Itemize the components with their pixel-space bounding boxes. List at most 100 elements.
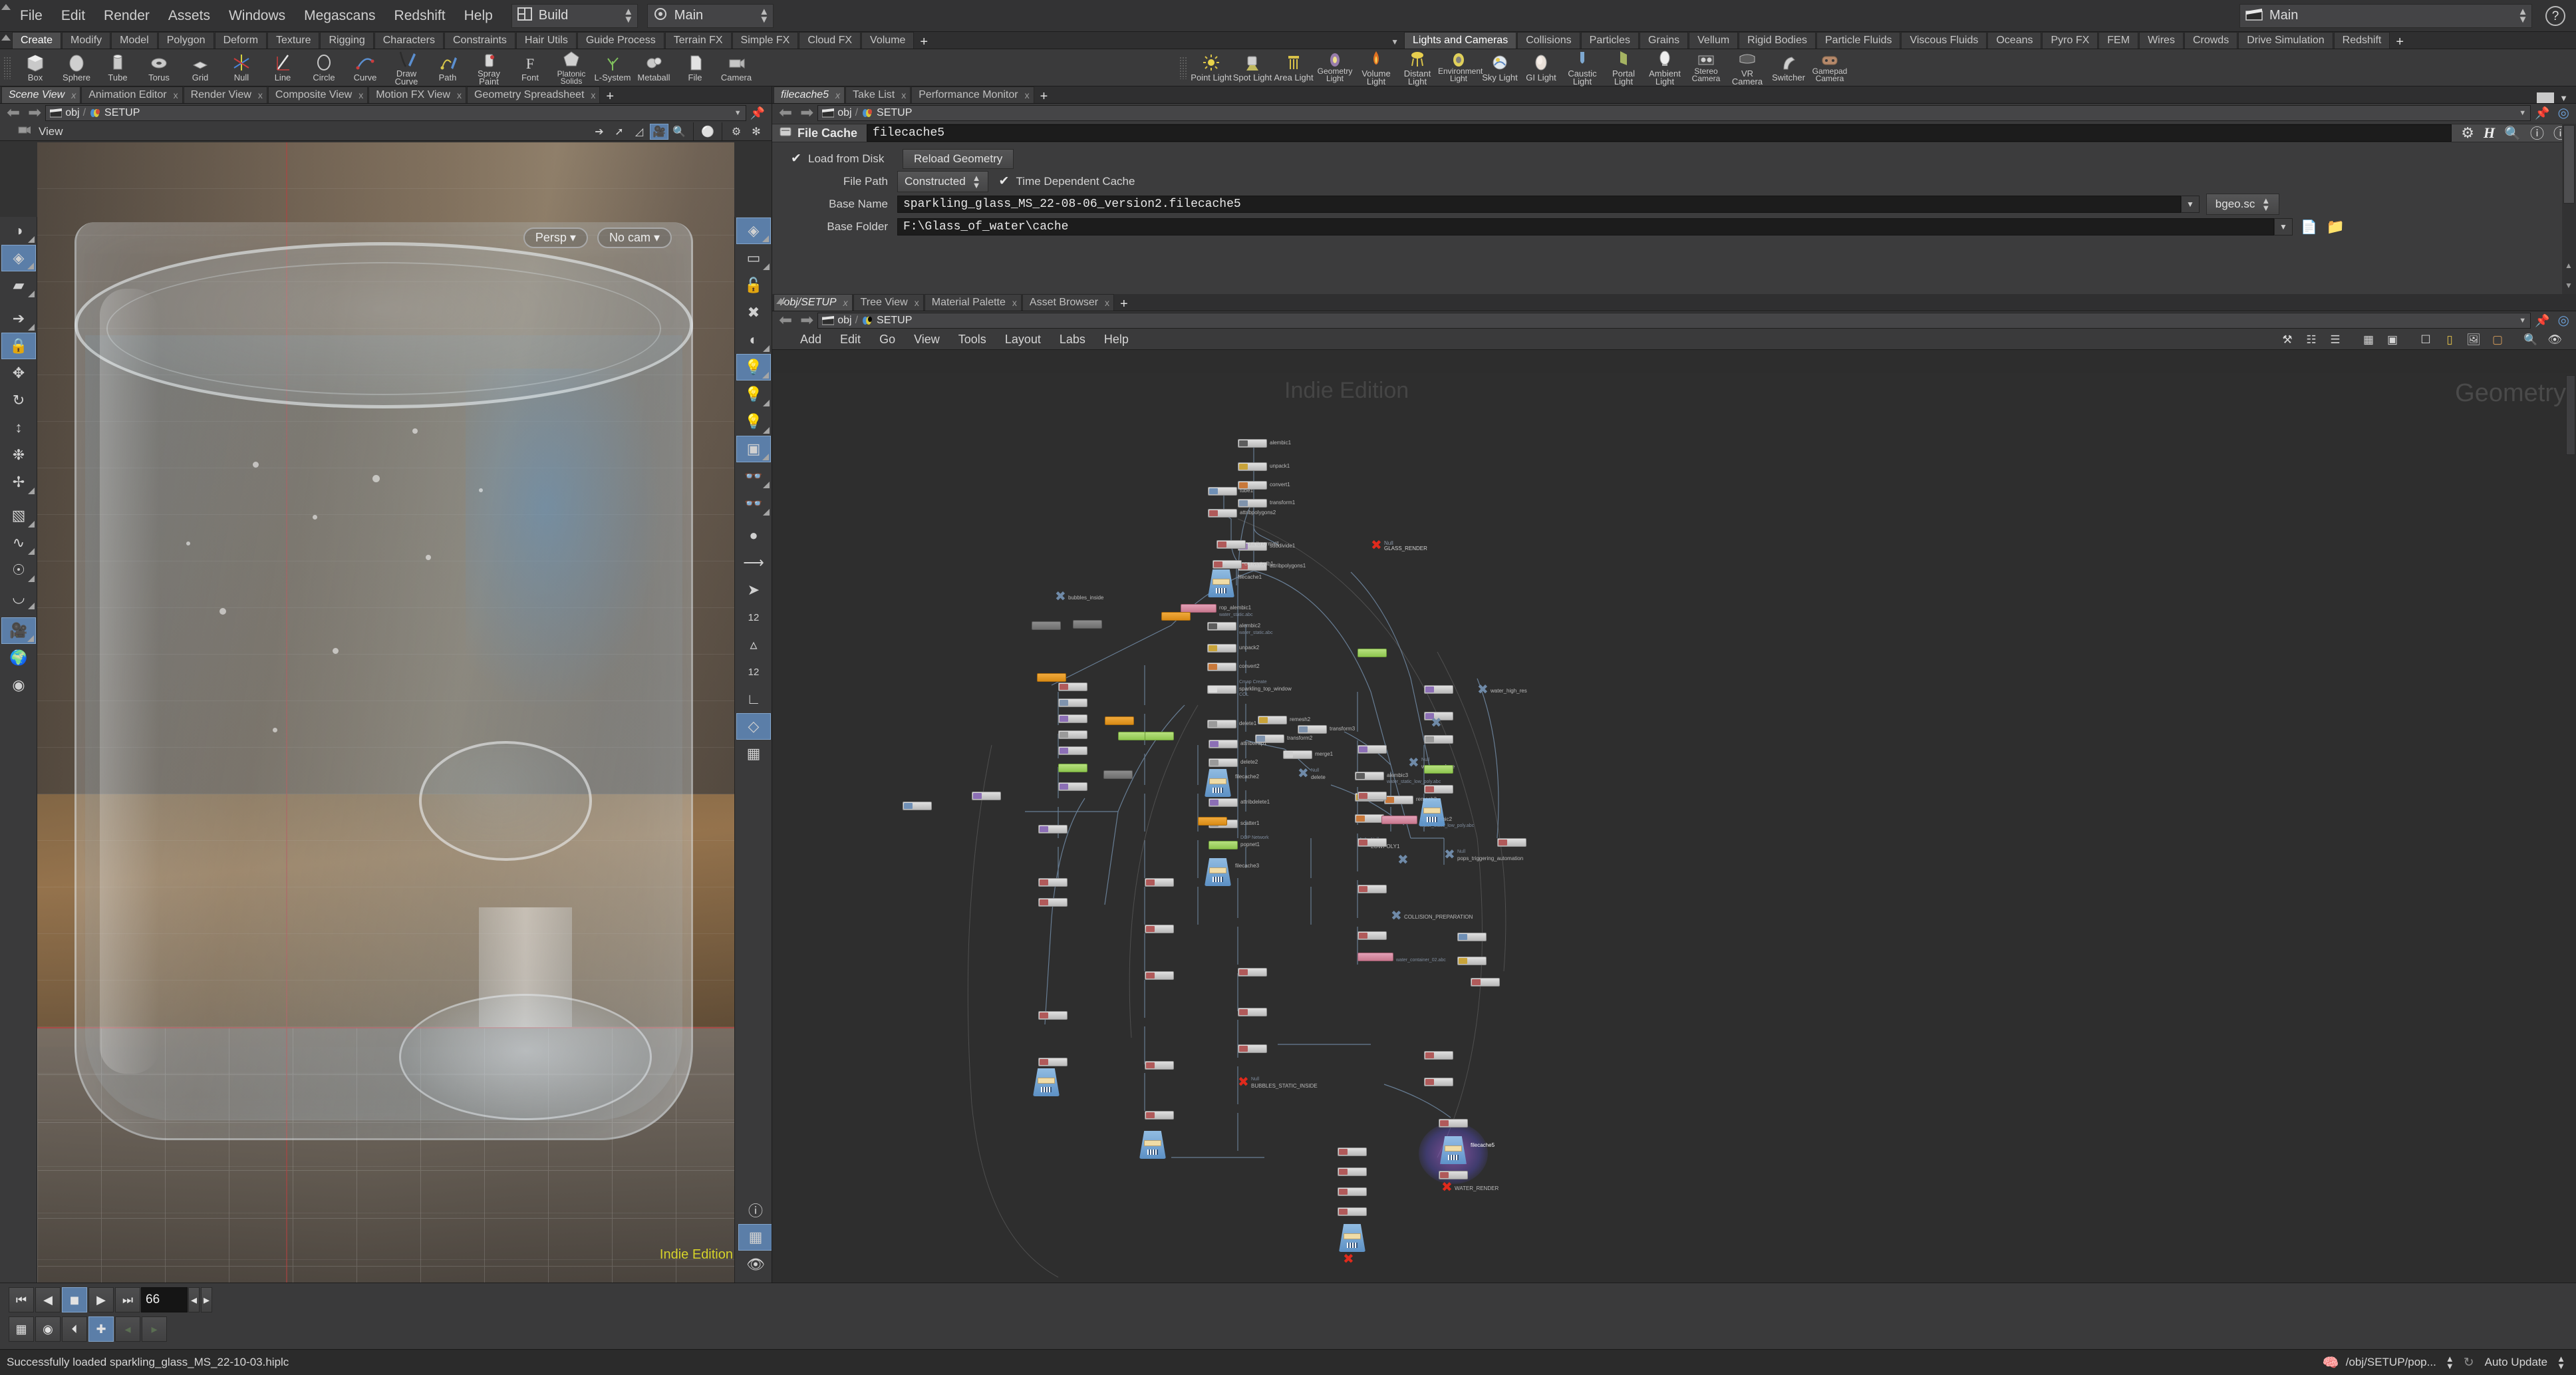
play-icon[interactable]: ▶ [88,1287,114,1312]
shelf-tool-portal-light[interactable]: Portal Light [1603,49,1644,86]
tab-composite-view[interactable]: Composite View x [267,86,368,103]
step-frame-back-icon[interactable]: ◂ [188,1287,200,1312]
soft-transform-icon[interactable]: ❉ [1,442,36,468]
node-remesh3[interactable] [1384,796,1413,804]
node-attribrandomize1[interactable] [1032,621,1061,630]
shelf-tab-modify[interactable]: Modify [62,32,111,49]
node-attribmerge1[interactable] [1038,898,1068,907]
quad-view-icon[interactable]: ▦ [738,1224,772,1251]
tab-take-list[interactable]: Take List x [845,86,911,103]
node-convert5[interactable] [1238,1044,1267,1053]
folder-icon[interactable]: 📁 [2327,218,2345,235]
shelf-tool-point-light[interactable]: Point Light [1191,53,1232,82]
shelf-tool-vr-camera[interactable]: VR Camera [1727,49,1768,86]
shelf-tab-characters[interactable]: Characters [374,32,444,49]
display-options-icon[interactable]: ✻ [747,124,766,140]
add-tab-button[interactable]: + [1035,90,1054,103]
shelf-tab-redshift[interactable]: Redshift [2333,32,2390,49]
zoom-region-icon[interactable]: 🔍 [670,124,688,140]
handle-tool-icon[interactable]: ➚ [610,124,629,140]
shelf-tab-drive-simulation[interactable]: Drive Simulation [2238,32,2333,49]
node-unpack2[interactable] [1207,644,1236,653]
point-numbers-icon[interactable]: 12 [736,604,771,631]
display-mode-icon[interactable]: ◈ [1,245,36,271]
shelf-tool-sphere[interactable]: Sphere [56,53,97,82]
node-convert3[interactable] [1355,814,1384,823]
skip-to-end-icon[interactable]: ⏭ [115,1287,140,1312]
add-tab-button[interactable]: + [601,90,619,103]
reload-geometry-button[interactable]: Reload Geometry [903,149,1014,169]
shelf-tab-wires[interactable]: Wires [2139,32,2184,49]
flat-shade-icon[interactable]: ▰ [1,272,36,299]
scene-path-field[interactable]: obj / SETUP ▼ [45,105,746,121]
select-tool-icon[interactable]: ➔ [590,124,609,140]
snap-point-icon[interactable]: ☉ [1,557,36,583]
node-rop-alembic3[interactable] [1358,953,1393,961]
node-attribcombine7[interactable] [1238,1008,1267,1016]
close-icon[interactable]: x [174,89,178,101]
node-alembic2[interactable] [1207,622,1236,631]
node-attribwrap1[interactable] [1209,740,1238,748]
scale-tool-icon[interactable]: ↕ [1,414,36,441]
display-geometry-icon[interactable]: ◇ [736,713,771,740]
tab-performance-monitor[interactable]: Performance Monitor x [911,86,1034,103]
back-icon[interactable]: ⬅ [775,105,796,121]
null-water-render[interactable]: ✖ [1441,1181,1453,1194]
parameter-scrollbar[interactable]: ▲ ▼ [2562,124,2576,294]
node-filecache8[interactable] [1139,1131,1166,1159]
node-convert2[interactable] [1207,663,1236,671]
ghost-icon[interactable]: ⚪ [698,124,717,140]
node-unpack1[interactable] [1238,462,1267,471]
color-display-icon[interactable]: ▦ [736,740,771,767]
close-icon[interactable]: x [1105,297,1109,309]
box-icon[interactable]: ▢ [2488,332,2507,348]
color-palette-icon[interactable]: ▦ [2359,332,2378,348]
network-menu-layout[interactable]: Layout [996,333,1050,347]
shading-mode-icon[interactable]: ◑ [1,218,36,244]
node-alembic3[interactable] [1355,772,1384,780]
xray-icon[interactable]: 👓 [736,490,771,517]
pane-menu-icon[interactable]: ▼ [2559,93,2568,103]
node-attribpolygons3[interactable] [1038,878,1068,887]
eye-icon[interactable]: 👁 [738,1251,772,1278]
null-water-surface[interactable]: ✖ [1408,756,1419,770]
shelf-tool-line[interactable]: Line [262,53,303,82]
search-icon[interactable]: 🔍 [2504,125,2521,142]
tab-geometry-spreadsheet[interactable]: Geometry Spreadsheet x [466,86,601,103]
prim-numbers-icon[interactable]: 12 [736,659,771,685]
network-menu-tools[interactable]: Tools [949,333,996,347]
add-tab-button[interactable]: + [1115,297,1133,311]
snap-magnet-icon[interactable]: ◡ [1,584,36,611]
search-icon[interactable]: 🔍 [2521,332,2541,348]
shelf-tool-circle[interactable]: Circle [303,53,345,82]
node-attribnormal1[interactable] [1216,540,1246,549]
shelf-tab-fem[interactable]: FEM [2098,32,2139,49]
shelf-tab-model[interactable]: Model [111,32,158,49]
shelf-tool-geometry-light[interactable]: Geometry Light [1314,53,1356,82]
close-icon[interactable]: x [901,89,906,101]
node-transform3[interactable] [1298,725,1327,734]
no-lights-icon[interactable]: ✖ [736,299,771,326]
forward-icon[interactable]: ➡ [24,105,45,121]
node-attribcombine2[interactable] [1145,878,1174,887]
node-attribrandomize2[interactable] [1073,620,1102,629]
node-rop-alembic2[interactable] [1381,816,1417,824]
update-mode-updown[interactable]: ▲ ▼ [2557,1354,2565,1370]
shelf-add-tab-left[interactable]: + [915,35,933,49]
shelf-tab-terrain-fx[interactable]: Terrain FX [664,32,732,49]
shelf-tab-create[interactable]: Create [12,32,62,49]
node-filecache2[interactable] [1205,769,1231,797]
node-attribcombine3[interactable] [1145,971,1174,980]
step-back-icon[interactable]: ◀ [35,1287,61,1312]
film-reel-icon[interactable]: ◉ [1,672,36,698]
key-scope-icon[interactable]: ▦ [9,1316,34,1342]
node-attribwrap2[interactable] [1058,714,1087,723]
shelf-tab-oceans[interactable]: Oceans [1987,32,2042,49]
layout-icon[interactable]: ▣ [2382,332,2402,348]
shelf-tool-font[interactable]: F Font [509,53,551,82]
shelf-tool-ambient-light[interactable]: Ambient Light [1644,49,1685,86]
node-convertvdb1[interactable] [1213,560,1242,569]
node-attribrandomize5[interactable] [972,792,1001,800]
network-menu-view[interactable]: View [905,333,949,347]
node-filecache7[interactable] [1033,1068,1060,1096]
